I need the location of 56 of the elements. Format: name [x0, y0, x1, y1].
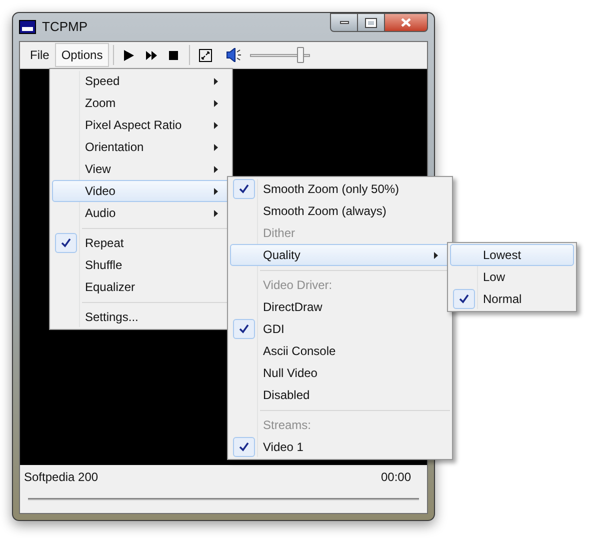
menu-section-label: Dither [263, 225, 296, 242]
speaker-icon[interactable] [226, 48, 242, 62]
menu-item[interactable]: Smooth Zoom (always) [230, 200, 450, 222]
submenu-arrow-icon [214, 122, 218, 128]
menu-section-label: Streams: [263, 417, 312, 434]
menu-item[interactable]: Shuffle [52, 254, 230, 276]
close-button[interactable] [384, 13, 428, 32]
close-icon [401, 18, 411, 27]
menu-item[interactable]: Low [450, 266, 574, 288]
menu-item[interactable]: GDI [230, 318, 450, 340]
menu-item[interactable]: Normal [450, 288, 574, 310]
fullscreen-icon[interactable] [198, 48, 212, 62]
volume-slider[interactable] [250, 47, 310, 63]
menu-item[interactable]: Audio [52, 202, 230, 224]
menu-item[interactable]: Orientation [52, 136, 230, 158]
minimize-button[interactable] [330, 13, 358, 32]
menu-item[interactable]: Settings... [52, 306, 230, 328]
checkmark-icon [61, 238, 71, 248]
menu-item[interactable]: Zoom [52, 92, 230, 114]
seek-bar[interactable] [28, 498, 419, 501]
menu-item[interactable]: Smooth Zoom (only 50%) [230, 178, 450, 200]
menu-item[interactable]: Quality [230, 244, 450, 266]
menu-item[interactable]: Ascii Console [230, 340, 450, 362]
status-time: 00:00 [380, 469, 411, 486]
checkmark-icon [239, 324, 249, 334]
menu-item[interactable]: Disabled [230, 384, 450, 406]
submenu-arrow-icon [434, 252, 438, 258]
submenu-arrow-icon [214, 210, 218, 216]
menu-item[interactable]: Video [52, 180, 230, 202]
menu-item[interactable]: Speed [52, 70, 230, 92]
submenu-arrow-icon [214, 166, 218, 172]
maximize-button[interactable] [358, 13, 384, 32]
menu-item[interactable]: Equalizer [52, 276, 230, 298]
play-icon[interactable] [124, 50, 134, 60]
status-title: Softpedia 200 [24, 469, 98, 486]
submenu-arrow-icon [214, 100, 218, 106]
window-title: TCPMP [42, 18, 88, 36]
menu-section-label: Video Driver: [263, 277, 332, 294]
stop-icon[interactable] [168, 50, 178, 60]
menu-item[interactable]: Lowest [450, 244, 574, 266]
app-logo-icon [19, 20, 36, 34]
menu-item[interactable]: DirectDraw [230, 296, 450, 318]
submenu-arrow-icon [214, 188, 218, 194]
menu-item[interactable]: Null Video [230, 362, 450, 384]
menu-item[interactable]: View [52, 158, 230, 180]
checkmark-icon [239, 184, 249, 194]
menu-bar-item[interactable]: File [24, 43, 56, 67]
menu-item[interactable]: Video 1 [230, 436, 450, 458]
fast-forward-icon[interactable] [146, 50, 157, 60]
menu-item[interactable]: Repeat [52, 232, 230, 254]
menu-bar-item[interactable]: Options [55, 43, 109, 67]
checkmark-icon [239, 442, 249, 452]
checkmark-icon [459, 294, 469, 304]
submenu-arrow-icon [214, 78, 218, 84]
submenu-arrow-icon [214, 144, 218, 150]
menu-item[interactable]: Pixel Aspect Ratio [52, 114, 230, 136]
